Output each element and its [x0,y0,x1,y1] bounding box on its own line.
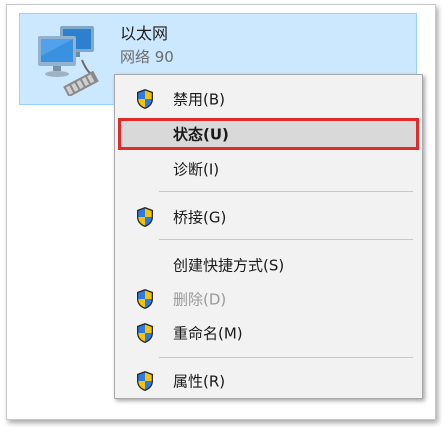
menu-item-label: 属性(R) [173,372,226,391]
menu-separator [159,239,413,240]
uac-shield-icon [137,89,153,109]
menu-item-disable[interactable]: 禁用(B) [118,83,419,115]
adapter-name: 以太网 [120,24,169,43]
menu-item-label: 重命名(M) [173,324,243,343]
menu-item-label: 桥接(G) [173,208,227,227]
menu-item-label: 创建快捷方式(S) [173,256,285,275]
screenshot-frame: 以太网 网络 90 禁用(B) 状态(U) 诊断(I) 桥接(G) 创建快捷方式… [6,4,436,420]
menu-item-label: 状态(U) [173,125,229,144]
adapter-status: 网络 90 [120,48,174,66]
menu-item-label: 诊断(I) [173,160,220,179]
context-menu: 禁用(B) 状态(U) 诊断(I) 桥接(G) 创建快捷方式(S) 删除(D) … [114,74,423,399]
uac-shield-icon [137,207,153,227]
network-adapter-icon [38,26,99,96]
uac-shield-icon [137,371,153,391]
menu-separator [159,191,413,192]
menu-item-bridge[interactable]: 桥接(G) [118,201,419,233]
menu-separator [159,357,413,358]
uac-shield-icon [137,289,153,309]
menu-item-label: 禁用(B) [173,90,225,109]
uac-shield-icon [137,323,153,343]
menu-item-create-shortcut[interactable]: 创建快捷方式(S) [118,249,419,281]
menu-item-status[interactable]: 状态(U) [118,118,419,150]
menu-item-diagnose[interactable]: 诊断(I) [118,153,419,185]
menu-item-delete[interactable]: 删除(D) [118,283,419,315]
menu-item-label: 删除(D) [173,290,227,309]
menu-item-rename[interactable]: 重命名(M) [118,317,419,349]
menu-item-properties[interactable]: 属性(R) [118,365,419,397]
